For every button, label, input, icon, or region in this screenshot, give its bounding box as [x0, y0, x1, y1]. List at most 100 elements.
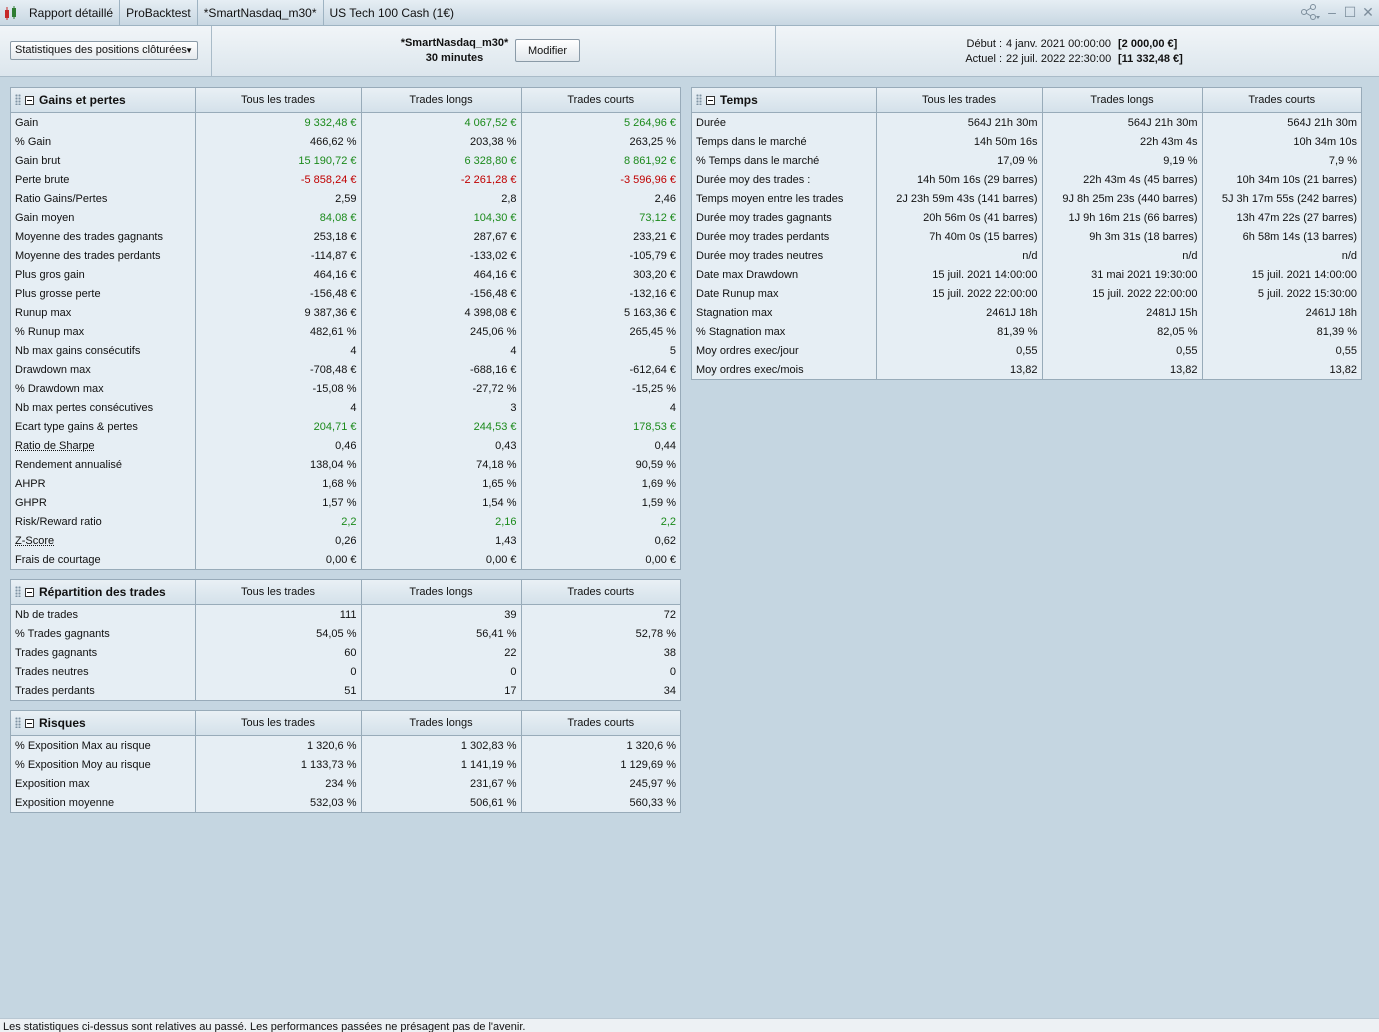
statistics-type-value: Statistiques des positions clôturées — [15, 44, 187, 56]
cell-value: 1 129,69 % — [520, 755, 680, 774]
cell-value: 9 332,48 € — [194, 112, 361, 132]
panel-gains-et-pertes: Gains et pertes Tous les trades Trades lon… — [10, 87, 681, 570]
row-label: % Exposition Moy au risque — [15, 758, 151, 771]
row-label: Risk/Reward ratio — [15, 515, 102, 528]
table-row: Rendement annualisé 138,04 % 74,18 % 90,59 … — [11, 455, 680, 474]
table-row: Risk/Reward ratio 2,2 2,16 2,2 — [11, 512, 680, 531]
cell-value: 482,61 % — [194, 322, 361, 341]
row-label: % Runup max — [15, 325, 85, 338]
row-label: Moy ordres exec/jour — [696, 344, 799, 357]
current-date: 22 juil. 2022 22:30:00 — [1006, 53, 1112, 65]
column-header: Trades longs — [360, 580, 521, 605]
table-row: Frais de courtage 0,00 €0,00 €0,00 € — [11, 550, 680, 569]
stats-table: Risques Tous les trades Trades longs Trades… — [11, 711, 680, 812]
column-header: Trades courts — [520, 88, 680, 113]
drag-handle-icon[interactable] — [696, 94, 702, 105]
window-controls: – ☐ ✕ — [1299, 4, 1375, 20]
drag-handle-icon[interactable] — [15, 717, 21, 728]
cell-value: 4 067,52 € — [360, 112, 521, 132]
statistics-type-select[interactable]: Statistiques des positions clôturées ▼ — [10, 41, 198, 60]
cell-value: 245,97 % — [520, 774, 680, 793]
cell-value: 564J 21h 30m — [1201, 112, 1361, 132]
cell-value: 244,53 € — [360, 417, 521, 436]
row-label: Date Runup max — [696, 287, 779, 300]
cell-value: 0,00 € — [194, 550, 361, 569]
maximize-icon[interactable]: ☐ — [1343, 4, 1357, 20]
drag-handle-icon[interactable] — [15, 586, 21, 597]
collapse-icon[interactable] — [25, 719, 34, 728]
tab-instrument[interactable]: US Tech 100 Cash (1€) — [324, 0, 461, 26]
table-header-row: Gains et pertes Tous les trades Trades lon… — [11, 88, 680, 113]
cell-value: 4 — [520, 398, 680, 417]
table-row: % Trades gagnants 54,05 % 56,41 % 52,78 % — [11, 624, 680, 643]
cell-value: -688,16 € — [360, 360, 521, 379]
cell-value: 1 320,6 % — [520, 735, 680, 755]
row-label: Ecart type gains & pertes — [15, 420, 138, 433]
candlestick-chart-icon — [5, 6, 16, 20]
cell-value: 1 141,19 % — [360, 755, 521, 774]
cell-value: 2,2 — [194, 512, 361, 531]
cell-value: 0,55 — [1201, 341, 1361, 360]
table-row: % Runup max 482,61 % 245,06 % 265,45 % — [11, 322, 680, 341]
cell-value: 1,43 — [360, 531, 521, 550]
table-row: AHPR 1,68 % 1,65 % 1,69 % — [11, 474, 680, 493]
collapse-icon[interactable] — [25, 588, 34, 597]
panel-repartition-des-trades: Répartition des trades Tous les trades Tra… — [10, 579, 681, 701]
row-label: Rendement annualisé — [15, 458, 123, 471]
cell-value: -114,87 € — [194, 246, 361, 265]
column-header: Tous les trades — [194, 88, 361, 113]
cell-value: 15 190,72 € — [194, 151, 361, 170]
tab-rapport-detaille[interactable]: Rapport détaillé — [23, 0, 121, 26]
cell-value: 564J 21h 30m — [875, 112, 1042, 132]
table-row: Gain brut 15 190,72 €6 328,80 €8 861,92 € — [11, 151, 680, 170]
stats-table: Répartition des trades Tous les trades Tra… — [11, 580, 680, 700]
cell-value: 1 133,73 % — [194, 755, 361, 774]
cell-value: 464,16 € — [194, 265, 361, 284]
cell-value: 0 — [194, 662, 361, 681]
cell-value: 1,57 % — [194, 493, 361, 512]
cell-value: -15,08 % — [194, 379, 361, 398]
row-label: Ratio Gains/Pertes — [15, 192, 108, 205]
cell-value: 13,82 — [1201, 360, 1361, 379]
minimize-icon[interactable]: – — [1325, 4, 1339, 20]
cell-value: -5 858,24 € — [194, 170, 361, 189]
cell-value: -612,64 € — [520, 360, 680, 379]
table-row: % Exposition Max au risque 1 320,6 % 1 302… — [11, 735, 680, 755]
cell-value: 1,54 % — [360, 493, 521, 512]
cell-value: 253,18 € — [194, 227, 361, 246]
collapse-icon[interactable] — [706, 96, 715, 105]
column-header: Trades courts — [520, 711, 680, 736]
table-row: Runup max 9 387,36 €4 398,08 €5 163,36 € — [11, 303, 680, 322]
cell-value: 506,61 % — [360, 793, 521, 812]
current-label: Actuel : — [965, 53, 1002, 65]
table-row: Ratio Gains/Pertes 2,59 2,8 2,46 — [11, 189, 680, 208]
cell-value: 2,59 — [194, 189, 361, 208]
panel-title: Répartition des trades — [39, 585, 166, 599]
panel-title: Temps — [720, 93, 758, 107]
table-row: Temps dans le marché 14h 50m 16s 22h 43m 4… — [692, 132, 1361, 151]
table-row: Moyenne des trades gagnants 253,18 €287,6… — [11, 227, 680, 246]
panel-title: Gains et pertes — [39, 93, 126, 107]
stats-table: Gains et pertes Tous les trades Trades lon… — [11, 88, 680, 569]
drag-handle-icon[interactable] — [15, 94, 21, 105]
tab-probacktest[interactable]: ProBacktest — [120, 0, 198, 26]
close-icon[interactable]: ✕ — [1361, 4, 1375, 20]
system-name: *SmartNasdaq_m30* — [400, 37, 509, 49]
cell-value: -133,02 € — [360, 246, 521, 265]
cell-value: 0,62 — [520, 531, 680, 550]
row-label: % Temps dans le marché — [696, 154, 820, 167]
column-header: Trades courts — [1201, 88, 1361, 113]
column-header: Tous les trades — [194, 711, 361, 736]
cell-value: 7,9 % — [1201, 151, 1361, 170]
modify-button[interactable]: Modifier — [515, 39, 580, 62]
cell-value: 0,43 — [360, 436, 521, 455]
table-row: Plus gros gain 464,16 €464,16 €303,20 € — [11, 265, 680, 284]
share-icon[interactable] — [1299, 4, 1321, 20]
collapse-icon[interactable] — [25, 96, 34, 105]
row-label: Runup max — [15, 306, 72, 319]
cell-value: 34 — [520, 681, 680, 700]
table-row: Gain 9 332,48 €4 067,52 €5 264,96 € — [11, 112, 680, 132]
column-header: Trades longs — [360, 88, 521, 113]
tab-system-name[interactable]: *SmartNasdaq_m30* — [198, 0, 324, 26]
row-label: Durée moy trades neutres — [696, 249, 824, 262]
